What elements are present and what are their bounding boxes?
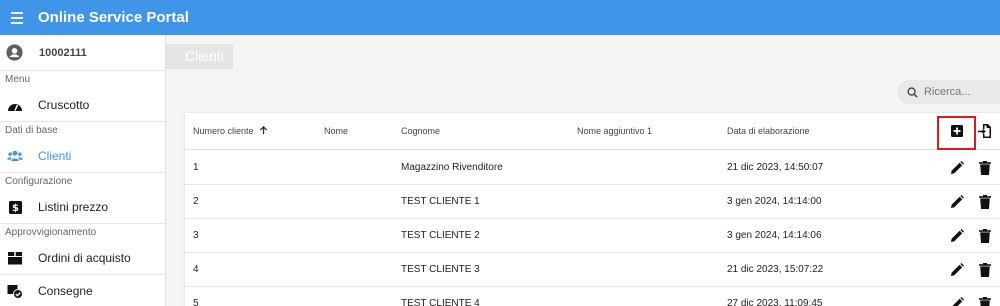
delete-trash-icon[interactable] (979, 229, 993, 243)
cell-data: 3 gen 2024, 14:14:00 (727, 196, 822, 207)
search-input[interactable] (924, 86, 1000, 98)
sidebar-item-label: Listini prezzo (38, 200, 109, 214)
box-icon (7, 250, 23, 266)
cell-cognome: Magazzino Rivenditore (401, 162, 503, 173)
table-row[interactable]: 5 TEST CLIENTE 4 27 dic 2023, 11:09:45 (185, 287, 1000, 306)
cell-data: 27 dic 2023, 11:09:45 (727, 298, 823, 306)
sidebar-item-label: Ordini di acquisto (38, 251, 131, 265)
delete-trash-icon[interactable] (979, 297, 993, 306)
sidebar-item-label: Cruscotto (38, 98, 90, 112)
column-header-numero-cliente[interactable]: Numero cliente (193, 125, 268, 136)
cell-cognome: TEST CLIENTE 2 (401, 230, 480, 241)
delivery-check-icon (7, 283, 23, 299)
column-header-cognome[interactable]: Cognome (401, 126, 440, 136)
table-row[interactable]: 2 TEST CLIENTE 1 3 gen 2024, 14:14:00 (185, 185, 1000, 219)
cell-number: 5 (193, 298, 199, 306)
table-row[interactable]: 3 TEST CLIENTE 2 3 gen 2024, 14:14:06 (185, 219, 1000, 253)
table-row[interactable]: 4 TEST CLIENTE 3 21 dic 2023, 15:07:22 (185, 253, 1000, 287)
sidebar-section-label: Menu (5, 74, 31, 85)
import-file-icon[interactable] (978, 123, 992, 139)
delete-trash-icon[interactable] (979, 263, 993, 277)
delete-trash-icon[interactable] (979, 161, 993, 175)
hamburger-menu-icon[interactable] (0, 0, 34, 35)
cell-cognome: TEST CLIENTE 4 (401, 298, 480, 306)
cell-cognome: TEST CLIENTE 1 (401, 196, 480, 207)
sidebar-item-label: Consegne (38, 284, 93, 298)
user-row[interactable]: 10002111 (0, 35, 165, 71)
sidebar-item-listini-prezzo[interactable]: $ Listini prezzo (0, 191, 165, 224)
dollar-icon: $ (7, 199, 23, 215)
top-app-bar: Online Service Portal (0, 0, 1000, 35)
sidebar-nav: Menu Cruscotto Dati di base Clienti Configur… (0, 71, 165, 306)
cell-number: 2 (193, 196, 199, 207)
cell-data: 21 dic 2023, 15:07:22 (727, 264, 824, 275)
sidebar-item-consegne[interactable]: Consegne (0, 275, 165, 306)
user-avatar-icon (6, 44, 23, 61)
edit-pencil-icon[interactable] (950, 229, 964, 243)
column-header-data-elaborazione[interactable]: Data di elaborazione (727, 126, 810, 136)
search-icon (907, 86, 918, 98)
cell-number: 4 (193, 264, 199, 275)
cell-number: 3 (193, 230, 199, 241)
user-id: 10002111 (39, 46, 87, 59)
add-customer-icon[interactable] (951, 125, 963, 137)
users-icon (7, 148, 23, 164)
delete-trash-icon[interactable] (979, 195, 993, 209)
sidebar-section-label: Approvvigionamento (5, 227, 97, 238)
column-header-nome-aggiuntivo[interactable]: Nome aggiuntivo 1 (577, 126, 652, 136)
cell-data: 3 gen 2024, 14:14:06 (727, 230, 822, 241)
svg-text:$: $ (12, 203, 19, 214)
sidebar-section-label: Dati di base (5, 125, 58, 136)
sort-arrow-up-icon (259, 125, 268, 135)
search-box[interactable] (897, 80, 1000, 104)
table-header: Numero cliente Nome Cognome Nome aggiunt… (185, 113, 1000, 150)
page-title: Clienti (166, 44, 233, 69)
app-title: Online Service Portal (38, 9, 189, 26)
sidebar-item-cruscotto[interactable]: Cruscotto (0, 89, 165, 122)
cell-data: 21 dic 2023, 14:50:07 (727, 162, 824, 173)
sidebar: 10002111 Menu Cruscotto Dati di base Client… (0, 35, 166, 306)
table-row[interactable]: 1 Magazzino Rivenditore 21 dic 2023, 14:50… (185, 151, 1000, 185)
edit-pencil-icon[interactable] (950, 161, 964, 175)
customers-table: Numero cliente Nome Cognome Nome aggiunt… (185, 113, 1000, 306)
column-label: Numero cliente (193, 126, 254, 136)
sidebar-section-label: Configurazione (5, 176, 73, 187)
cell-number: 1 (193, 162, 199, 173)
sidebar-item-ordini-di-acquisto[interactable]: Ordini di acquisto (0, 242, 165, 275)
edit-pencil-icon[interactable] (950, 263, 964, 277)
column-header-nome[interactable]: Nome (324, 126, 348, 136)
sidebar-item-label: Clienti (38, 149, 72, 163)
dashboard-icon (7, 97, 23, 113)
sidebar-item-clienti[interactable]: Clienti (0, 140, 165, 173)
edit-pencil-icon[interactable] (950, 195, 964, 209)
edit-pencil-icon[interactable] (950, 297, 964, 306)
cell-cognome: TEST CLIENTE 3 (401, 264, 480, 275)
